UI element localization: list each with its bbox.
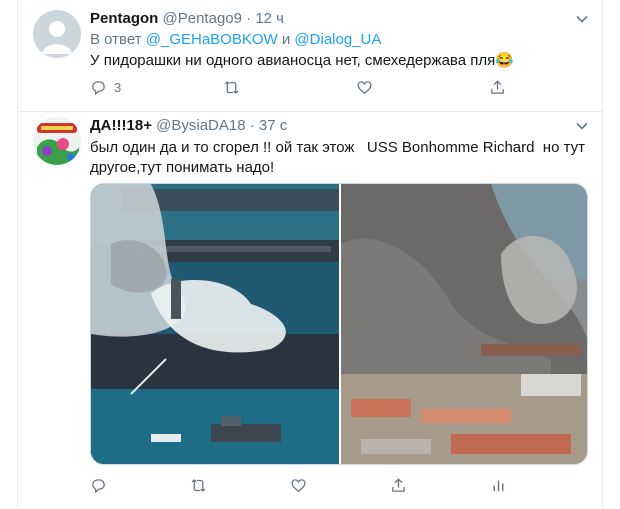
display-name[interactable]: Pentagon: [90, 10, 158, 27]
default-avatar-icon: [42, 21, 72, 54]
display-name[interactable]: ДА!!!18+: [90, 117, 152, 134]
reply-mention[interactable]: @Dialog_UA: [294, 31, 381, 48]
reply-prefix: В ответ: [90, 31, 142, 48]
share-button[interactable]: [489, 79, 506, 96]
retweet-icon: [191, 479, 206, 492]
analytics-icon: [493, 480, 504, 492]
user-avatar-image: [33, 117, 81, 165]
timestamp[interactable]: 12 ч: [255, 10, 284, 27]
reply-icon: [92, 479, 105, 494]
reply-joiner: и: [281, 31, 291, 48]
share-button[interactable]: [390, 477, 407, 494]
chevron-down-icon[interactable]: [575, 12, 589, 26]
chevron-down-icon[interactable]: [575, 119, 589, 133]
like-button[interactable]: [290, 477, 307, 494]
media-grid: [90, 183, 588, 465]
tweet-text-line: другое,тут понимать надо!: [90, 159, 275, 176]
like-button[interactable]: [356, 79, 373, 96]
timestamp[interactable]: 37 с: [259, 117, 287, 134]
tweet-divider: [17, 111, 603, 112]
tweet-header: Pentagon @Pentago9 · 12 ч: [90, 10, 284, 28]
photo-ship-fire-right[interactable]: [341, 184, 588, 465]
separator: ·: [249, 117, 255, 134]
share-icon: [491, 80, 504, 94]
handle[interactable]: @BysiaDA18: [156, 117, 245, 134]
reply-button[interactable]: 3: [90, 79, 121, 96]
retweet-button[interactable]: [190, 477, 207, 494]
replying-to: В ответ @_GEHaBOBKOW и @Dialog_UA: [90, 31, 381, 48]
like-icon: [291, 479, 306, 492]
retweet-button[interactable]: [223, 79, 240, 96]
reply-mention[interactable]: @_GEHaBOBKOW: [146, 31, 278, 48]
separator: ·: [246, 10, 252, 27]
tweet-text: был один да и то сгорел !! ой так этож U…: [90, 138, 590, 178]
tweet-actions: [90, 477, 510, 497]
avatar-pentagon[interactable]: [33, 10, 81, 58]
photo-ship-fire-left[interactable]: [91, 184, 339, 465]
tweet-text-line: был один да и то сгорел !! ой так этож U…: [90, 139, 586, 156]
like-icon: [357, 81, 372, 94]
avatar-bysiada18[interactable]: [33, 117, 81, 165]
tweet-actions: 3: [90, 79, 510, 99]
reply-count: 3: [114, 80, 122, 95]
share-icon: [392, 478, 405, 492]
analytics-button[interactable]: [490, 477, 507, 494]
reply-button[interactable]: [90, 477, 107, 494]
retweet-icon: [224, 81, 239, 94]
tweet-text: У пидорашки ни одного авианосца нет, сме…: [90, 52, 514, 69]
tweet-header: ДА!!!18+ @BysiaDA18 · 37 с: [90, 117, 287, 135]
reply-icon: [92, 81, 105, 96]
handle[interactable]: @Pentago9: [163, 10, 242, 27]
